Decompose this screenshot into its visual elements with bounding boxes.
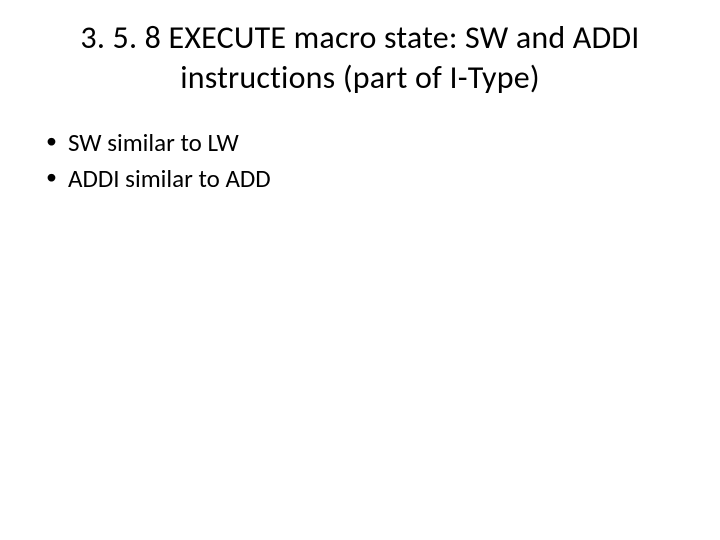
- bullet-list: SW similar to LW ADDI similar to ADD: [30, 126, 690, 196]
- bullet-item: ADDI similar to ADD: [40, 162, 690, 196]
- slide-container: 3. 5. 8 EXECUTE macro state: SW and ADDI…: [0, 0, 720, 540]
- bullet-item: SW similar to LW: [40, 126, 690, 160]
- slide-title: 3. 5. 8 EXECUTE macro state: SW and ADDI…: [40, 18, 680, 98]
